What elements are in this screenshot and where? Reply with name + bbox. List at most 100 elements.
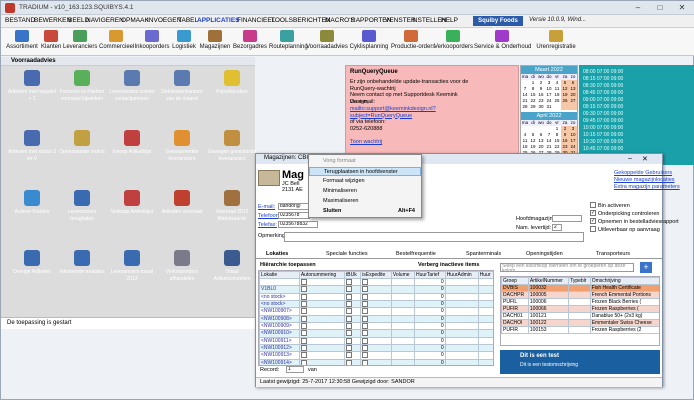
table-cell[interactable]	[298, 329, 345, 338]
table-cell[interactable]	[298, 343, 345, 353]
table-cell[interactable]: 100121	[527, 312, 570, 320]
warehouse-minimize-button[interactable]: ‒	[628, 155, 632, 162]
option-opnemen-in-bestelladviesrapport[interactable]: ✓ Opnemen in bestelladviesrapport	[590, 218, 679, 225]
agenda-row[interactable]: 08:15 07:00 09:00	[583, 76, 623, 82]
table-cell[interactable]: DACHOI	[501, 319, 529, 327]
table-cell[interactable]	[298, 314, 345, 323]
cell-checkbox[interactable]	[300, 279, 307, 285]
warehouse-close-button[interactable]: ✕	[642, 155, 648, 163]
table-cell[interactable]	[390, 321, 416, 331]
table-cell[interactable]: Frozen Raspberries (	[589, 305, 659, 313]
menu-help[interactable]: HELP	[441, 17, 458, 24]
close-button[interactable]: ✕	[671, 2, 693, 14]
menu-tabel[interactable]: TABEL	[178, 17, 198, 24]
group-by-input[interactable]: Sleep een kolomkop hierheen om te groepe…	[500, 263, 634, 272]
table-cell[interactable]: 100122	[527, 319, 570, 327]
table-cell[interactable]	[343, 351, 362, 360]
table-cell[interactable]	[444, 314, 479, 323]
cell-checkbox[interactable]	[362, 279, 369, 285]
table-cell[interactable]	[343, 307, 362, 316]
table-cell[interactable]	[477, 314, 493, 323]
cell-checkbox[interactable]	[345, 338, 352, 344]
cell-checkbox[interactable]	[362, 323, 369, 329]
shortcut-artikelen-met-negatief-1[interactable]: Artikelen met negatief > 1	[7, 70, 57, 102]
agenda-row[interactable]: 10:15 07:00 09:00	[583, 132, 623, 138]
table-cell[interactable]	[298, 307, 345, 316]
phone-field[interactable]: 0235678	[278, 212, 310, 219]
cell-checkbox[interactable]	[362, 294, 369, 300]
agenda-row[interactable]: 09:45 07:00 09:00	[583, 118, 623, 124]
cell-checkbox[interactable]	[362, 286, 369, 293]
table-cell[interactable]	[568, 284, 591, 292]
toolbar-button-routeplanning[interactable]: Routeplanning	[269, 30, 308, 54]
menu-bestand[interactable]: BESTAND	[5, 17, 35, 24]
cell-checkbox[interactable]	[362, 360, 369, 365]
table-cell[interactable]	[568, 298, 591, 306]
shortcut-inkomende-mutaties[interactable]: Inkomende mutaties	[57, 250, 107, 275]
shortcut-overige-artikelen[interactable]: Overige Artikelen	[7, 250, 57, 275]
lead-time-field[interactable]: 2	[552, 224, 562, 231]
context-menu-item-sluiten[interactable]: Sluiten Alt+F4	[309, 207, 421, 216]
toolbar-button-commercieel[interactable]: Commercieel	[99, 30, 134, 54]
menu-navigeren[interactable]: NAVIGEREN	[86, 17, 124, 24]
shortcut-actieve-klanten[interactable]: Actieve Klanten	[7, 190, 57, 215]
table-row[interactable]: V1BL0 0	[259, 285, 493, 294]
shortcut-artikelen-met-status-2-en-v[interactable]: Artikelen met status 2 en V	[7, 130, 57, 162]
column-header[interactable]: tBUk	[343, 271, 362, 279]
table-cell[interactable]: 0	[414, 285, 446, 294]
table-row[interactable]: DACHPR 100005 French Emmental Portions	[501, 291, 659, 299]
menu-tools[interactable]: TOOLS	[271, 17, 293, 24]
table-row[interactable]: 0	[259, 277, 493, 287]
table-cell[interactable]	[477, 329, 493, 338]
cell-checkbox[interactable]	[362, 316, 369, 322]
table-cell[interactable]: DACH01	[501, 312, 529, 320]
table-cell[interactable]	[390, 358, 416, 365]
table-cell[interactable]	[343, 343, 362, 353]
table-cell[interactable]	[477, 343, 493, 353]
toolbar-button-leveranciers[interactable]: Leveranciers	[63, 30, 97, 54]
tab-speciale-functies[interactable]: Speciale functies	[326, 251, 368, 257]
calendar-day[interactable]	[561, 104, 569, 110]
toolbar-button-voorraadadvies[interactable]: Voorraadadvies	[306, 30, 348, 54]
table-row[interactable]: PUFIR 100066 Frozen Raspberries (	[501, 305, 659, 313]
table-cell[interactable]	[298, 336, 345, 345]
cell-checkbox[interactable]	[345, 308, 352, 315]
table-row[interactable]: <NW100914> 0	[259, 358, 493, 365]
table-cell[interactable]	[568, 312, 591, 320]
record-field[interactable]: 1	[286, 366, 304, 373]
cell-checkbox[interactable]	[362, 345, 369, 351]
shortcut-totaal-artikelsomzetten[interactable]: Totaal Artikelsomzetten	[207, 250, 257, 282]
tab-transporteurs[interactable]: Transporteurs	[596, 251, 630, 257]
shortcut-artikelen-voorraad[interactable]: Artikelen voorraad	[157, 190, 207, 215]
cell-checkbox[interactable]	[300, 294, 307, 300]
calendar-day[interactable]: 30	[537, 104, 545, 110]
table-cell[interactable]: V1BL0	[259, 285, 300, 294]
table-cell[interactable]	[360, 277, 392, 287]
toolbar-button-magazijnen[interactable]: Magazijnen	[199, 30, 231, 54]
table-cell[interactable]	[444, 285, 479, 294]
table-cell[interactable]	[343, 277, 362, 287]
cell-checkbox[interactable]	[345, 316, 352, 322]
cell-checkbox[interactable]	[345, 345, 352, 351]
table-cell[interactable]: 0	[414, 329, 446, 338]
table-cell[interactable]	[477, 292, 493, 302]
table-row[interactable]: PUFIL 100006 Frozen Black Berries (	[501, 298, 659, 306]
table-cell[interactable]	[390, 343, 416, 353]
table-row[interactable]: <NW100908> 0	[259, 314, 493, 323]
cell-checkbox[interactable]	[345, 352, 352, 359]
shortcut-gewaarmerkte-leveranciers[interactable]: Gewaarmerkte leveranciers	[157, 130, 207, 162]
menu-financieel[interactable]: FINANCIEEL	[237, 17, 275, 24]
table-cell[interactable]	[390, 277, 416, 287]
calendar-day[interactable]: 29	[529, 104, 537, 110]
table-cell[interactable]	[444, 299, 479, 309]
cell-checkbox[interactable]	[345, 360, 352, 365]
notice-email-link[interactable]: mailto:support@keeminkdesign.nl?subject=…	[350, 106, 470, 119]
email-label[interactable]: E-mail:	[258, 204, 275, 210]
table-cell[interactable]	[298, 358, 345, 365]
toolbar-button-klanten[interactable]: Klanten	[41, 30, 61, 54]
toolbar-button-assortiment[interactable]: Assortiment	[5, 30, 39, 54]
table-row[interactable]: <NW100907> 0	[259, 307, 493, 316]
cell-checkbox[interactable]	[300, 308, 307, 315]
table-cell[interactable]: 100153	[527, 326, 570, 334]
calendar-month-2[interactable]: April 2022	[521, 112, 577, 120]
